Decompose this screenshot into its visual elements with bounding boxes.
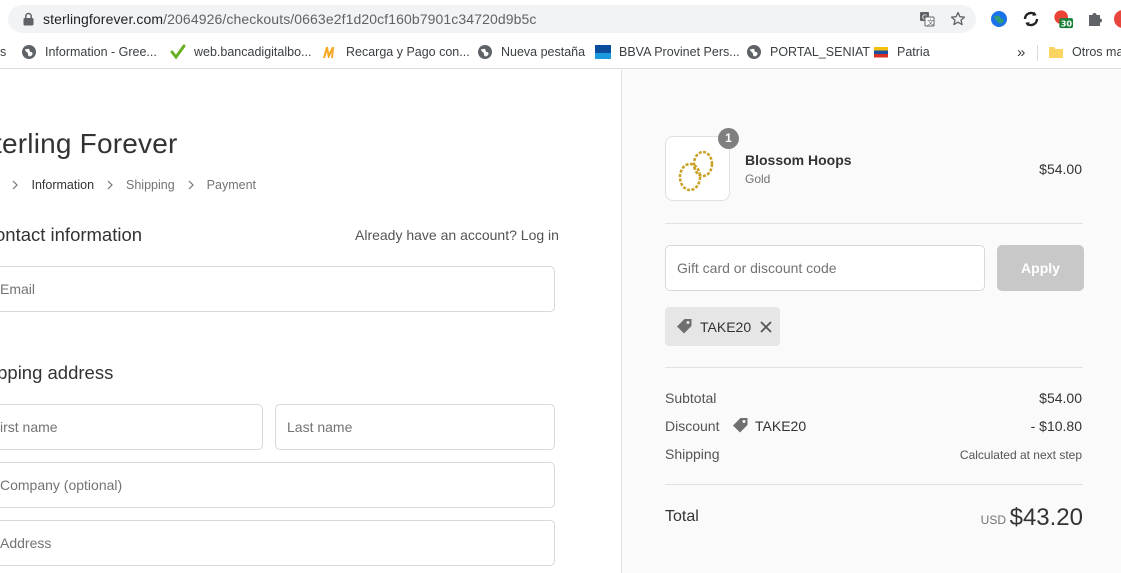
breadcrumb: t Information Shipping Payment xyxy=(0,178,256,192)
price-tag-icon xyxy=(677,319,692,334)
currency-code: USD xyxy=(980,513,1006,527)
apply-discount-button[interactable]: Apply xyxy=(997,245,1084,291)
login-prompt: Already have an account? Log in xyxy=(355,227,559,243)
discount-code-tag: TAKE20 xyxy=(732,417,806,434)
product-variant: Gold xyxy=(745,172,771,186)
bookmark-item-information[interactable]: Information - Gree... xyxy=(21,42,157,62)
email-input[interactable] xyxy=(0,267,554,311)
last-name-input[interactable] xyxy=(276,405,554,449)
close-icon[interactable] xyxy=(760,320,772,333)
url-field[interactable]: sterlingforever.com/2064926/checkouts/06… xyxy=(8,5,976,33)
url-host: sterlingforever.com xyxy=(43,11,164,27)
globe-extension-icon[interactable] xyxy=(989,9,1009,29)
bookmark-item-recarga[interactable]: Recarga y Pago con... xyxy=(322,42,470,62)
bookmark-label: web.bancadigitalbo... xyxy=(194,45,312,59)
store-name[interactable]: terling Forever xyxy=(0,128,178,160)
address-input[interactable] xyxy=(0,521,554,565)
badge-extension-icon[interactable]: 30 xyxy=(1053,9,1073,29)
price-tag-icon xyxy=(733,418,748,433)
last-name-field[interactable] xyxy=(275,404,555,450)
profile-avatar-icon[interactable] xyxy=(1113,9,1121,29)
puzzle-extensions-icon[interactable] xyxy=(1086,9,1106,29)
chevron-right-icon xyxy=(188,180,194,190)
company-field[interactable] xyxy=(0,462,555,508)
other-bookmarks-label: Otros ma xyxy=(1072,45,1121,59)
chevron-right-icon xyxy=(107,180,113,190)
more-bookmarks-label: » xyxy=(1017,43,1026,61)
applied-discount-code: TAKE20 xyxy=(700,318,752,335)
summary-divider xyxy=(665,223,1083,224)
bookmark-label: PORTAL_SENIAT xyxy=(770,45,871,59)
first-name-field[interactable] xyxy=(0,404,263,450)
bookmark-label: Nueva pestaña xyxy=(501,45,586,59)
url-path: /2064926/checkouts/0663e2f1d20cf160b7901… xyxy=(163,11,537,27)
bookmark-item-bbva[interactable]: BBVA Provinet Pers... xyxy=(595,42,740,62)
subtotal-value: $54.00 xyxy=(1039,390,1082,406)
email-field[interactable] xyxy=(0,266,555,312)
discount-label: Discount xyxy=(665,418,720,434)
quantity-badge: 1 xyxy=(718,128,739,149)
bookmarks-divider xyxy=(1037,45,1038,61)
discount-value: - $10.80 xyxy=(1030,418,1082,434)
star-bookmark-icon[interactable] xyxy=(950,11,966,27)
bookmark-label: Information - Gree... xyxy=(45,45,157,59)
flag-icon xyxy=(874,47,888,58)
address-field[interactable] xyxy=(0,520,555,566)
company-input[interactable] xyxy=(0,463,554,507)
shipping-label: Shipping xyxy=(665,446,720,462)
total-label: Total xyxy=(665,508,699,525)
breadcrumb-shipping: Shipping xyxy=(126,178,175,192)
login-link[interactable]: Log in xyxy=(521,227,559,243)
bookmark-item-patria[interactable]: Patria xyxy=(873,42,930,62)
discount-code-field[interactable] xyxy=(665,245,985,291)
order-summary: 1 Blossom Hoops Gold $54.00 Apply TAKE20… xyxy=(621,70,1121,573)
product-name: Blossom Hoops xyxy=(745,152,852,168)
checkout-main: terling Forever t Information Shipping P… xyxy=(0,70,621,573)
bookmark-item-partial[interactable]: s xyxy=(0,42,6,62)
sync-extension-icon[interactable] xyxy=(1021,9,1041,29)
m-logo-icon xyxy=(323,47,334,58)
bookmark-item-bancadigital[interactable]: web.bancadigitalbo... xyxy=(170,42,311,62)
bookmark-label: Patria xyxy=(897,45,930,59)
shipping-value: Calculated at next step xyxy=(959,448,1082,462)
applied-discount-chip: TAKE20 xyxy=(665,307,780,346)
summary-divider xyxy=(665,484,1083,485)
other-bookmarks-folder[interactable]: Otros ma xyxy=(1048,42,1121,62)
bookmark-label: Recarga y Pago con... xyxy=(346,45,470,59)
breadcrumb-payment: Payment xyxy=(206,178,257,192)
subtotal-label: Subtotal xyxy=(665,390,717,406)
bookmark-item-nueva-pestana[interactable]: Nueva pestaña xyxy=(477,42,585,62)
chevron-right-icon xyxy=(13,180,19,190)
bookmark-label: BBVA Provinet Pers... xyxy=(619,45,740,59)
shipping-address-title: ipping address xyxy=(0,362,114,383)
hoop-earrings-icon xyxy=(678,150,714,192)
globe-icon xyxy=(478,45,492,59)
folder-icon xyxy=(1049,47,1063,58)
bookmarks-bar: s Information - Gree... web.bancadigital… xyxy=(0,37,1121,69)
breadcrumb-information: Information xyxy=(31,178,95,192)
discount-code-text: TAKE20 xyxy=(755,417,807,434)
browser-address-bar: sterlingforever.com/2064926/checkouts/06… xyxy=(0,0,1121,37)
total-value: $43.20 xyxy=(1009,504,1083,531)
contact-information-title: ontact information xyxy=(0,224,143,245)
bookmark-label: s xyxy=(0,45,7,59)
summary-divider xyxy=(665,367,1083,368)
discount-code-input[interactable] xyxy=(666,246,984,290)
bbva-icon xyxy=(595,45,611,59)
first-name-input[interactable] xyxy=(0,405,262,449)
product-price: $54.00 xyxy=(1039,161,1082,177)
url-text[interactable]: sterlingforever.com/2064926/checkouts/06… xyxy=(43,11,536,27)
bookmark-item-portal-seniat[interactable]: PORTAL_SENIAT xyxy=(746,42,870,62)
login-prompt-text: Already have an account? xyxy=(355,227,517,243)
more-bookmarks-button[interactable]: » xyxy=(1017,42,1025,62)
svg-text:文: 文 xyxy=(927,18,934,27)
translate-icon[interactable]: G 文 xyxy=(919,11,935,27)
check-leaf-icon xyxy=(170,44,186,60)
globe-icon xyxy=(747,45,761,59)
lock-icon[interactable] xyxy=(22,12,35,26)
globe-icon xyxy=(22,45,36,59)
extension-badge-count: 30 xyxy=(1061,18,1073,28)
